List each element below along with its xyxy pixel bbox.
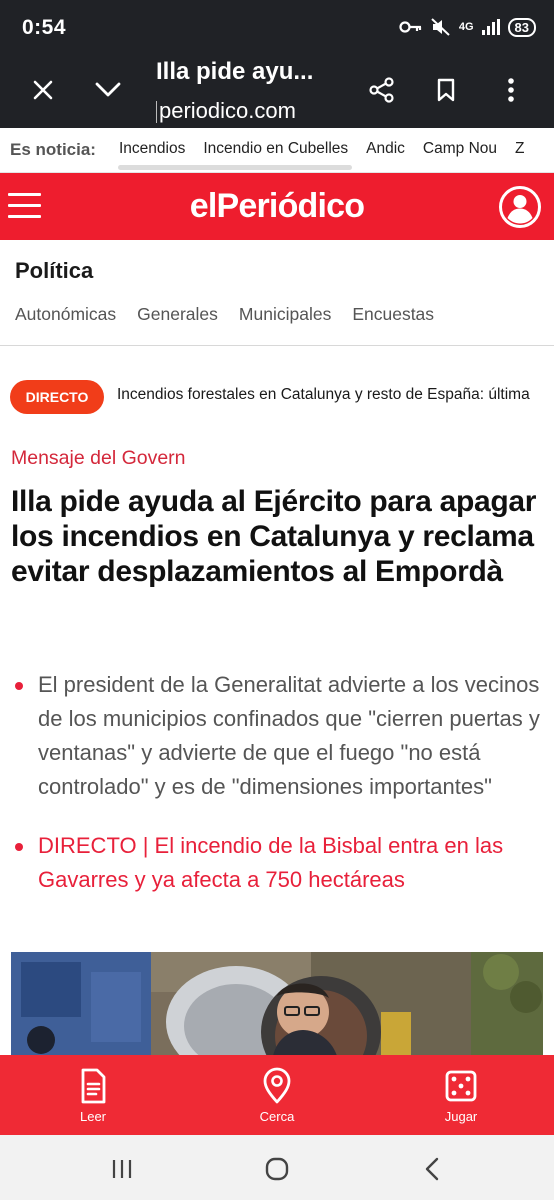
section-header: Política Autonómicas Generales Municipal… xyxy=(0,240,554,346)
tab-title: Illa pide ayu... xyxy=(156,58,314,85)
status-time: 0:54 xyxy=(22,16,67,39)
minimize-tab-button[interactable] xyxy=(86,68,130,112)
account-button[interactable] xyxy=(498,185,542,229)
recents-icon xyxy=(112,1160,132,1178)
status-bar: 0:54 4G 83 xyxy=(0,0,554,52)
trending-label: Es noticia: xyxy=(10,140,96,159)
home-icon xyxy=(265,1157,289,1181)
home-button[interactable] xyxy=(255,1149,299,1189)
trending-topic[interactable]: Z xyxy=(515,140,524,158)
section-subnav: Autonómicas Generales Municipales Encues… xyxy=(15,304,434,325)
trending-topic[interactable]: Andic xyxy=(366,140,405,158)
section-title[interactable]: Política xyxy=(15,258,93,284)
dice-icon xyxy=(445,1070,477,1102)
nav-label: Jugar xyxy=(444,1109,478,1124)
nav-label: Cerca xyxy=(259,1109,295,1124)
trending-scrollbar[interactable] xyxy=(118,165,352,170)
live-ticker[interactable]: DIRECTO Incendios forestales en Cataluny… xyxy=(10,380,554,414)
user-icon xyxy=(499,186,541,228)
system-navigation-bar xyxy=(0,1135,554,1200)
related-live-link[interactable]: DIRECTO | El incendio de la Bisbal entra… xyxy=(15,829,543,897)
key-icon xyxy=(399,21,421,33)
document-icon xyxy=(81,1068,106,1104)
nav-leer[interactable]: Leer xyxy=(43,1067,143,1124)
live-badge: DIRECTO xyxy=(10,380,104,414)
recents-button[interactable] xyxy=(100,1149,144,1189)
bookmark-icon xyxy=(437,78,455,102)
custom-tab-header: Illa pide ayu... periodico.com xyxy=(0,52,554,128)
subnav-item[interactable]: Autonómicas xyxy=(15,304,116,325)
mute-icon xyxy=(431,18,450,36)
article-summary-list: El president de la Generalitat advierte … xyxy=(15,668,543,897)
location-pin-icon xyxy=(263,1067,291,1104)
browser-chrome: 0:54 4G 83 Illa pide ayu... periodico.co… xyxy=(0,0,554,128)
trending-list: Incendios Incendio en Cubelles Andic Cam… xyxy=(119,140,524,158)
back-button[interactable] xyxy=(410,1149,454,1189)
article-hero-image[interactable] xyxy=(11,952,543,1056)
trending-topic[interactable]: Camp Nou xyxy=(423,140,497,158)
tab-url[interactable]: periodico.com xyxy=(156,98,296,124)
url-cursor xyxy=(156,101,157,124)
more-vert-icon xyxy=(508,78,514,102)
share-icon xyxy=(369,77,394,103)
live-ticker-text[interactable]: Incendios forestales en Catalunya y rest… xyxy=(117,386,530,404)
subnav-item[interactable]: Generales xyxy=(137,304,218,325)
more-options-button[interactable] xyxy=(489,68,533,112)
close-tab-button[interactable] xyxy=(21,68,65,112)
share-button[interactable] xyxy=(360,68,404,112)
tab-url-text: periodico.com xyxy=(159,98,296,123)
summary-bullet: El president de la Generalitat advierte … xyxy=(15,668,543,804)
bookmark-button[interactable] xyxy=(424,68,468,112)
trending-topic[interactable]: Incendio en Cubelles xyxy=(203,140,348,158)
battery-indicator: 83 xyxy=(507,17,536,37)
site-logo[interactable]: elPeriódico xyxy=(0,187,554,226)
nav-label: Leer xyxy=(79,1109,107,1124)
bottom-navigation: Leer Cerca Jugar xyxy=(0,1055,554,1135)
trending-topic[interactable]: Incendios xyxy=(119,140,185,158)
chevron-down-icon xyxy=(95,82,121,97)
subnav-item[interactable]: Encuestas xyxy=(352,304,434,325)
nav-cerca[interactable]: Cerca xyxy=(227,1067,327,1124)
subnav-item[interactable]: Municipales xyxy=(239,304,331,325)
article-headline: Illa pide ayuda al Ejército para apagar … xyxy=(11,485,537,588)
article-kicker: Mensaje del Govern xyxy=(11,447,186,469)
status-icons: 4G 83 xyxy=(399,16,536,38)
hero-photo xyxy=(11,952,543,1056)
nav-jugar[interactable]: Jugar xyxy=(411,1067,511,1124)
network-type: 4G xyxy=(458,21,474,33)
close-icon xyxy=(33,80,53,100)
back-icon xyxy=(425,1157,439,1181)
site-header: elPeriódico xyxy=(0,173,554,240)
signal-icon xyxy=(481,19,500,35)
